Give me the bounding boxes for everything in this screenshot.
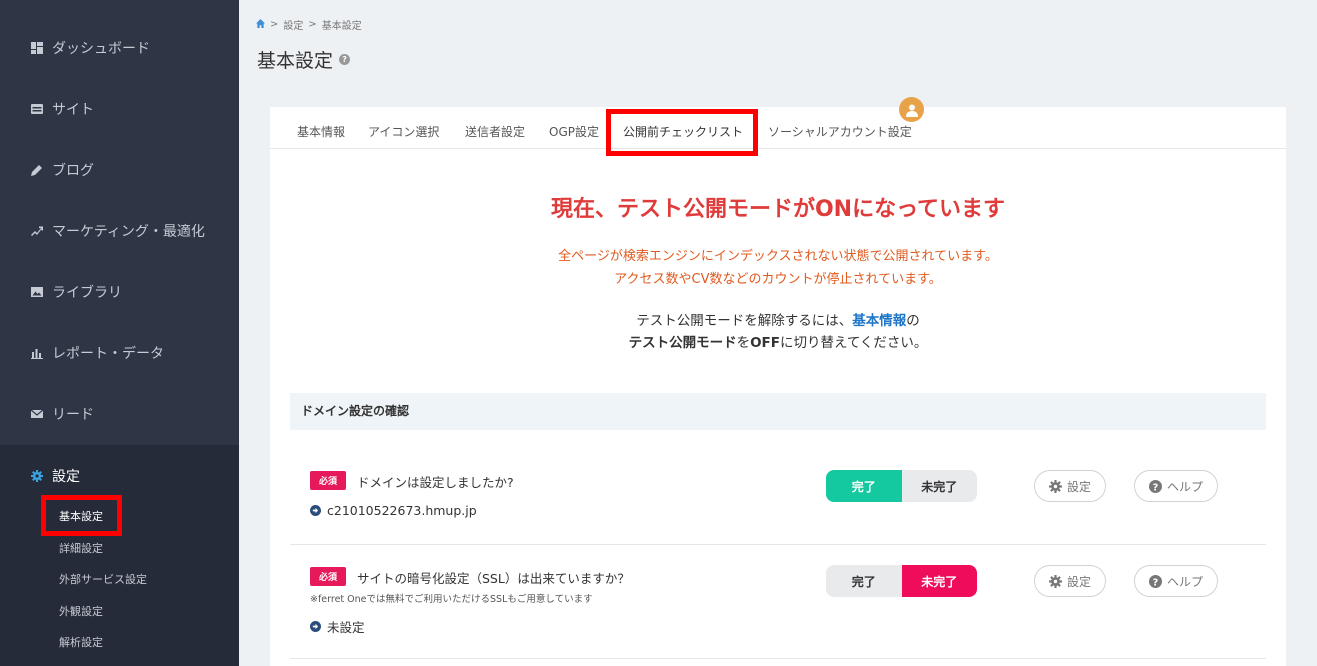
site-icon <box>30 102 44 116</box>
sidebar-item-blog[interactable]: ブログ <box>0 139 239 200</box>
page-title-text: 基本設定 <box>257 50 334 72</box>
sidebar-item-label: サイト <box>52 101 94 118</box>
required-badge: 必須 <box>310 471 346 490</box>
info-text-bold: テスト公開モード <box>628 335 737 351</box>
warning-line-1: 全ページが検索エンジンにインデックスされない状態で公開されています。 <box>558 249 998 264</box>
sidebar: ダッシュボード サイト ブログ マーケティング・最適化 ライブラリ レポート・デ… <box>0 0 239 666</box>
tab-ogp-settings[interactable]: OGP設定 <box>549 123 599 140</box>
settings-button[interactable]: 設定 <box>1034 470 1106 502</box>
sidebar-item-site[interactable]: サイト <box>0 78 239 139</box>
mail-icon <box>30 407 44 421</box>
main-panel: 基本情報 アイコン選択 送信者設定 OGP設定 公開前チェックリスト ソーシャル… <box>270 97 1286 666</box>
gear-icon <box>1048 574 1062 588</box>
breadcrumb-item-settings[interactable]: 設定 <box>283 17 303 32</box>
warning-line-2: アクセス数やCV数などのカウントが停止されています。 <box>614 272 942 287</box>
breadcrumb: > 設定 > 基本設定 <box>256 17 362 32</box>
info-text: テスト公開モードを解除するには、 <box>636 313 853 329</box>
svg-text:?: ? <box>1153 482 1159 493</box>
status-toggle: 完了 未完了 <box>826 470 977 502</box>
tab-social-accounts[interactable]: ソーシャルアカウント設定 <box>768 123 912 140</box>
breadcrumb-item-current: 基本設定 <box>321 21 362 32</box>
dashboard-icon <box>30 41 44 55</box>
info-text: を <box>736 335 751 351</box>
check-detail-text: c21010522673.hmup.jp <box>327 503 477 518</box>
required-badge: 必須 <box>310 567 346 586</box>
highlight-box-sidebar <box>41 495 122 536</box>
section-header: ドメイン設定の確認 <box>290 393 1266 430</box>
settings-button-label: 設定 <box>1066 574 1091 589</box>
tab-sender-settings[interactable]: 送信者設定 <box>465 123 525 140</box>
pencil-icon <box>30 163 44 177</box>
bar-chart-icon <box>30 346 44 360</box>
check-detail-text: 未設定 <box>327 620 365 635</box>
tab-basic-info[interactable]: 基本情報 <box>297 123 345 140</box>
help-button-label: ヘルプ <box>1166 574 1203 589</box>
help-button[interactable]: ? ヘルプ <box>1134 470 1218 502</box>
gear-icon <box>1048 479 1062 493</box>
done-option[interactable]: 完了 <box>826 470 902 502</box>
sidebar-item-lead[interactable]: リード <box>0 383 239 444</box>
breadcrumb-separator: > <box>308 19 317 30</box>
svg-text:?: ? <box>1153 577 1159 588</box>
sidebar-sub-analytics[interactable]: 解析設定 <box>59 633 103 653</box>
sidebar-sub-appearance[interactable]: 外観設定 <box>59 602 103 622</box>
settings-button[interactable]: 設定 <box>1034 565 1106 597</box>
help-circle-icon: ? <box>1148 574 1162 588</box>
info-text: に切り替えてください。 <box>780 335 928 351</box>
arrow-right-circle-icon <box>310 621 321 632</box>
basic-info-link[interactable]: 基本情報 <box>852 313 906 329</box>
sidebar-item-label: 設定 <box>52 468 80 485</box>
notdone-option[interactable]: 未完了 <box>901 565 977 597</box>
row-divider <box>290 658 1266 659</box>
info-text-bold: OFF <box>750 335 780 351</box>
check-note: ※ferret Oneでは無料でご利用いただけるSSLもご用意しています <box>310 594 593 605</box>
help-circle-icon: ? <box>1148 479 1162 493</box>
home-icon[interactable] <box>256 18 265 31</box>
highlight-box-tab <box>606 109 758 156</box>
info-line-2: テスト公開モードをOFFに切り替えてください。 <box>270 331 1286 351</box>
help-button-label: ヘルプ <box>1166 479 1203 494</box>
page-title: 基本設定 ? <box>257 46 351 73</box>
status-toggle: 完了 未完了 <box>826 565 977 597</box>
trend-icon <box>30 224 44 238</box>
image-icon <box>30 285 44 299</box>
settings-button-label: 設定 <box>1066 479 1091 494</box>
sidebar-item-library[interactable]: ライブラリ <box>0 261 239 322</box>
check-question: ドメインは設定しましたか? <box>357 475 514 490</box>
arrow-right-circle-icon <box>310 505 321 516</box>
row-divider <box>290 544 1266 545</box>
sidebar-item-marketing[interactable]: マーケティング・最適化 <box>0 200 239 261</box>
user-icon <box>905 104 918 117</box>
sidebar-sub-external-service[interactable]: 外部サービス設定 <box>59 570 147 590</box>
avatar[interactable] <box>899 97 924 122</box>
breadcrumb-separator: > <box>270 19 279 30</box>
check-detail[interactable]: c21010522673.hmup.jp <box>310 503 477 518</box>
notdone-option[interactable]: 未完了 <box>901 470 977 502</box>
tab-icon-select[interactable]: アイコン選択 <box>368 123 439 140</box>
sidebar-item-label: マーケティング・最適化 <box>52 223 205 240</box>
check-question: サイトの暗号化設定（SSL）は出来ていますか？ <box>357 571 630 586</box>
check-detail[interactable]: 未設定 <box>310 617 365 636</box>
info-text: の <box>906 313 920 329</box>
sidebar-item-label: ライブラリ <box>52 284 122 301</box>
tab-bar: 基本情報 アイコン選択 送信者設定 OGP設定 公開前チェックリスト ソーシャル… <box>270 107 1286 156</box>
help-circle-icon[interactable]: ? <box>339 54 351 65</box>
sidebar-item-dashboard[interactable]: ダッシュボード <box>0 17 239 78</box>
done-option[interactable]: 完了 <box>826 565 902 597</box>
info-line-1: テスト公開モードを解除するには、基本情報の <box>270 309 1286 329</box>
sidebar-item-report[interactable]: レポート・データ <box>0 322 239 383</box>
sidebar-sub-detail-settings[interactable]: 詳細設定 <box>59 539 103 559</box>
sidebar-item-label: レポート・データ <box>52 345 164 362</box>
warning-title: 現在、テスト公開モードがONになっています <box>550 197 1006 222</box>
help-button[interactable]: ? ヘルプ <box>1134 565 1218 597</box>
sidebar-item-label: ブログ <box>52 162 94 179</box>
sidebar-item-label: リード <box>52 406 94 423</box>
sidebar-item-label: ダッシュボード <box>52 40 150 57</box>
gear-icon <box>30 469 44 483</box>
